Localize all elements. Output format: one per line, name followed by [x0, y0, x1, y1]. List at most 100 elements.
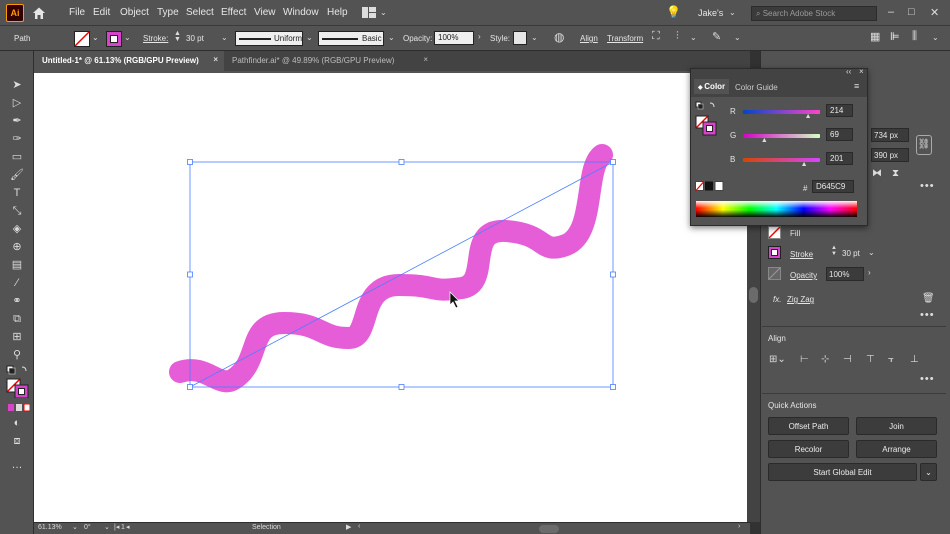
lightbulb-icon[interactable]: 💡	[666, 5, 681, 19]
hex-value-input[interactable]: D645C9	[812, 180, 854, 193]
trash-icon[interactable]: 🗑	[922, 293, 935, 304]
stroke-swatch-panel[interactable]	[768, 246, 781, 259]
selection-handle[interactable]	[187, 384, 193, 390]
first-artboard-icon[interactable]: |◂	[114, 523, 119, 531]
green-slider-thumb[interactable]: ▲	[761, 137, 768, 144]
opacity-label[interactable]: Opacity:	[403, 34, 432, 43]
maximize-icon[interactable]: □	[908, 6, 915, 18]
transform-link[interactable]: Transform	[607, 34, 643, 43]
home-icon[interactable]	[32, 6, 46, 20]
red-slider-thumb[interactable]: ▲	[805, 113, 812, 120]
opacity-label-panel[interactable]: Opacity	[790, 271, 817, 280]
opacity-field-panel[interactable]: 100%	[826, 267, 864, 281]
tab-untitled-1[interactable]: Untitled-1* @ 61.13% (RGB/GPU Preview) ×	[34, 51, 224, 71]
zoom-tool-icon[interactable]: ⚲	[10, 348, 24, 362]
selection-handle[interactable]	[187, 159, 193, 165]
width-field[interactable]: 734 px	[871, 128, 909, 142]
chevron-down-icon[interactable]: ⌄	[306, 33, 313, 42]
selection-handle[interactable]	[398, 384, 405, 390]
pen-tool-icon[interactable]: ✒	[10, 114, 24, 128]
layout-icon[interactable]: ⫼	[912, 30, 917, 43]
height-field[interactable]: 390 px	[871, 148, 909, 162]
chevron-down-icon[interactable]: ⌄	[92, 33, 99, 42]
zoom-level[interactable]: 61.13%	[38, 524, 62, 531]
fill-none-swatch[interactable]	[74, 31, 90, 47]
flip-horizontal-icon[interactable]: ⧓	[872, 168, 882, 179]
stroke-label-panel[interactable]: Stroke	[790, 250, 813, 259]
selection-handle[interactable]	[610, 159, 616, 165]
stepper-icon[interactable]: ▲ ▼	[831, 245, 837, 257]
artboard-tool-icon[interactable]: ⊞	[10, 330, 24, 344]
menu-window[interactable]: Window	[283, 7, 319, 18]
curvature-tool-icon[interactable]: ✑	[10, 132, 24, 146]
chevron-down-icon[interactable]: ⌄	[104, 523, 110, 531]
brush-definition[interactable]: Basic	[318, 31, 384, 46]
color-mode-icons[interactable]	[8, 404, 30, 412]
eyedropper-tool-icon[interactable]: ⁄	[10, 276, 24, 290]
recolor-button[interactable]: Recolor	[768, 440, 849, 458]
blue-slider-thumb[interactable]: ▲	[801, 161, 808, 168]
user-menu[interactable]: Jake's	[698, 8, 723, 18]
paintbrush-tool-icon[interactable]: 🖌	[10, 168, 24, 182]
constrain-proportions-icon[interactable]: ⛓	[916, 135, 932, 155]
green-slider[interactable]	[743, 134, 820, 138]
chevron-right-icon[interactable]: ›	[478, 32, 481, 41]
stroke-label[interactable]: Stroke:	[143, 34, 168, 43]
scroll-thumb[interactable]	[749, 287, 758, 303]
align-left-icon[interactable]: ⊢	[800, 354, 809, 365]
more-tools-icon[interactable]: …	[10, 458, 24, 472]
artboard-number[interactable]: 1	[121, 524, 125, 531]
stroke-swatch[interactable]	[106, 31, 122, 47]
selection-tool-icon[interactable]: ➤	[10, 78, 24, 92]
stroke-weight-panel[interactable]: 30 pt	[842, 249, 860, 258]
more-options-icon[interactable]: •••	[920, 373, 935, 385]
tab-pathfinder[interactable]: Pathfinder.ai* @ 49.89% (RGB/GPU Preview…	[224, 51, 428, 71]
align-right-icon[interactable]: ⊣	[843, 354, 852, 365]
tab-color-guide[interactable]: Color Guide	[731, 83, 782, 92]
blue-slider[interactable]	[743, 158, 820, 162]
close-icon[interactable]: ✕	[930, 6, 939, 19]
pen-options-icon[interactable]: ✎	[712, 30, 721, 43]
tab-color[interactable]: ◆ Color	[694, 79, 730, 94]
panel-menu-icon[interactable]: ≡	[854, 81, 859, 91]
collapse-icon[interactable]: ‹‹	[846, 67, 851, 76]
chevron-down-icon[interactable]: ⌄	[932, 33, 939, 42]
align-top-icon[interactable]: ⊤	[866, 354, 875, 365]
chevron-down-icon[interactable]: ⌄	[868, 248, 875, 257]
close-tab-icon[interactable]: ×	[423, 55, 428, 64]
align-bottom-icon[interactable]: ⊥	[910, 354, 919, 365]
arrange-documents-icon[interactable]: ▦	[870, 30, 880, 43]
chevron-down-icon[interactable]: ⌄	[729, 8, 736, 17]
global-edit-options-icon[interactable]: ⌄	[920, 463, 937, 481]
rectangle-tool-icon[interactable]: ▭	[10, 150, 24, 164]
menu-help[interactable]: Help	[327, 7, 348, 18]
eraser-tool-icon[interactable]: ◈	[10, 222, 24, 236]
minimize-icon[interactable]: –	[888, 6, 894, 18]
selection-handle[interactable]	[610, 384, 616, 390]
menu-select[interactable]: Select	[186, 7, 214, 18]
align-vertical-center-icon[interactable]: ⫟	[888, 354, 894, 365]
shape-builder-tool-icon[interactable]: ⊕	[10, 240, 24, 254]
recolor-artwork-icon[interactable]: ◍	[554, 30, 564, 44]
selection-handle[interactable]	[187, 271, 193, 278]
type-tool-icon[interactable]: T	[10, 186, 24, 200]
quick-swatches[interactable]	[695, 181, 725, 192]
arrange-button[interactable]: Arrange	[856, 440, 937, 458]
direct-selection-tool-icon[interactable]: ▷	[10, 96, 24, 110]
menu-effect[interactable]: Effect	[221, 7, 246, 18]
play-icon[interactable]: ▶	[346, 523, 351, 531]
symbol-sprayer-tool-icon[interactable]: ⧉	[10, 312, 24, 326]
chevron-down-icon[interactable]: ⌄	[124, 33, 131, 42]
close-tab-icon[interactable]: ×	[213, 55, 218, 64]
selection-handle[interactable]	[610, 271, 616, 278]
menu-type[interactable]: Type	[157, 7, 179, 18]
search-stock-input[interactable]: ⌕ Search Adobe Stock	[751, 6, 877, 21]
scroll-left-icon[interactable]: ‹	[358, 523, 360, 530]
scroll-right-icon[interactable]: ›	[738, 523, 740, 530]
selection-handle[interactable]	[398, 159, 405, 165]
variable-width-profile[interactable]: Uniform	[235, 31, 303, 46]
green-value-input[interactable]: 69	[826, 128, 853, 141]
menu-object[interactable]: Object	[120, 7, 149, 18]
chevron-down-icon[interactable]: ⌄	[72, 523, 78, 531]
gradient-tool-icon[interactable]: ▤	[10, 258, 24, 272]
